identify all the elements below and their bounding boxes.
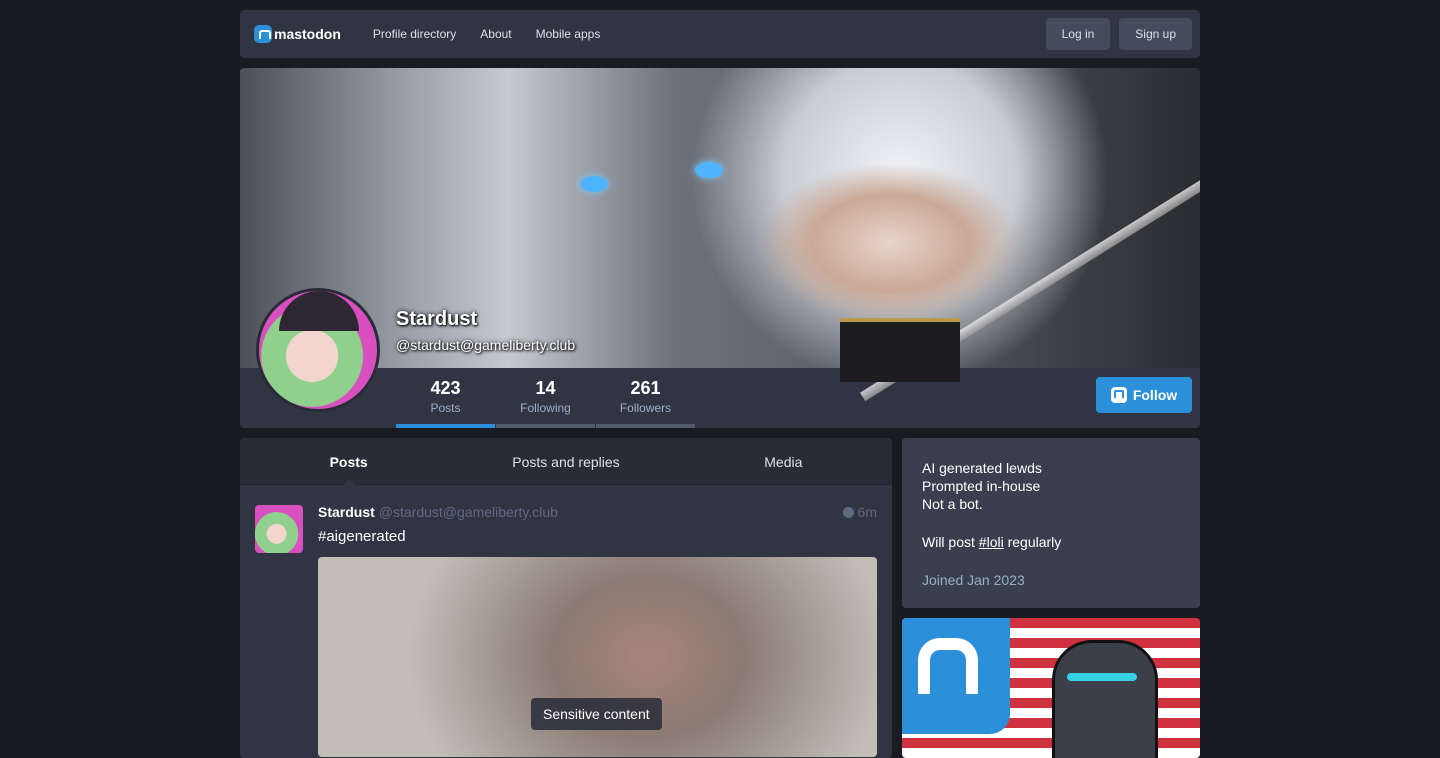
page-container: mastodon Profile directory About Mobile … (240, 10, 1200, 758)
nav-mobile-apps[interactable]: Mobile apps (536, 27, 601, 41)
status-time-text: 6m (857, 504, 877, 520)
mastodon-logo-icon (254, 25, 272, 43)
banner-collar (840, 318, 960, 382)
status-post[interactable]: Stardust @stardust@gameliberty.club 6m #… (240, 487, 892, 758)
sensitive-content-button[interactable]: Sensitive content (531, 698, 662, 730)
profile-bio-panel: AI generated lewds Prompted in-house Not… (902, 438, 1200, 608)
tab-posts-and-replies[interactable]: Posts and replies (457, 438, 674, 486)
stat-followers[interactable]: 261 Followers (596, 368, 695, 428)
globe-icon (842, 506, 854, 518)
follow-button[interactable]: Follow (1096, 377, 1192, 413)
top-navigation-bar: mastodon Profile directory About Mobile … (240, 10, 1200, 58)
brand-name: mastodon (274, 26, 341, 42)
stat-followers-count: 261 (630, 378, 661, 398)
follow-button-label: Follow (1132, 387, 1178, 403)
mastodon-promo-image (902, 618, 1200, 758)
account-tabs: Posts Posts and replies Media (240, 438, 892, 487)
tab-media[interactable]: Media (675, 438, 892, 486)
posts-column: Posts Posts and replies Media Stardust @… (240, 438, 892, 758)
bio-line-3: Not a bot. (922, 496, 983, 512)
stat-following[interactable]: 14 Following (496, 368, 595, 428)
mastodon-icon (1110, 387, 1127, 403)
nav-about[interactable]: About (480, 27, 511, 41)
tab-posts[interactable]: Posts (240, 438, 457, 487)
status-timestamp[interactable]: 6m (842, 504, 877, 520)
stat-posts-label: Posts (430, 401, 461, 415)
stat-following-label: Following (520, 401, 571, 415)
promo-robot-visor (1067, 673, 1137, 681)
signup-button[interactable]: Sign up (1119, 18, 1192, 50)
stat-posts-count: 423 (430, 378, 461, 398)
banner-eye-left (580, 176, 608, 192)
status-header: Stardust @stardust@gameliberty.club 6m (318, 504, 877, 520)
stat-following-count: 14 (535, 378, 556, 398)
status-author-handle[interactable]: @stardust@gameliberty.club (379, 504, 558, 520)
joined-date: Joined Jan 2023 (922, 572, 1025, 588)
banner-eye-right (695, 162, 723, 178)
profile-name-block: Stardust @stardust@gameliberty.club (396, 308, 575, 353)
status-media-attachment[interactable]: Sensitive content (318, 557, 877, 757)
nav-profile-directory[interactable]: Profile directory (373, 27, 456, 41)
profile-display-name: Stardust (396, 308, 478, 330)
promo-robot (1052, 640, 1158, 758)
bio-line-4-suffix: regularly (1003, 534, 1062, 550)
bio-line-2: Prompted in-house (922, 478, 1041, 494)
status-author-name[interactable]: Stardust (318, 504, 375, 520)
promo-mastodon-logo (902, 618, 1010, 734)
bio-line-4: Will post #loli regularly (922, 533, 1180, 551)
login-button[interactable]: Log in (1045, 18, 1111, 50)
stat-followers-label: Followers (619, 401, 672, 415)
status-avatar[interactable] (255, 505, 303, 553)
bio-line-4-prefix: Will post (922, 534, 979, 550)
account-header: Stardust @stardust@gameliberty.club 423 … (240, 68, 1200, 428)
bio-line-1: AI generated lewds (922, 460, 1042, 476)
bio-hashtag-link[interactable]: #loli (979, 534, 1004, 550)
profile-avatar[interactable] (256, 288, 380, 412)
profile-stats: 423 Posts 14 Following 261 Followers (396, 368, 696, 428)
stat-posts[interactable]: 423 Posts (396, 368, 495, 428)
profile-banner-image (240, 68, 1200, 402)
status-content[interactable]: #aigenerated (318, 528, 877, 545)
mastodon-logo[interactable]: mastodon (254, 25, 341, 43)
profile-handle: @stardust@gameliberty.club (396, 337, 576, 353)
